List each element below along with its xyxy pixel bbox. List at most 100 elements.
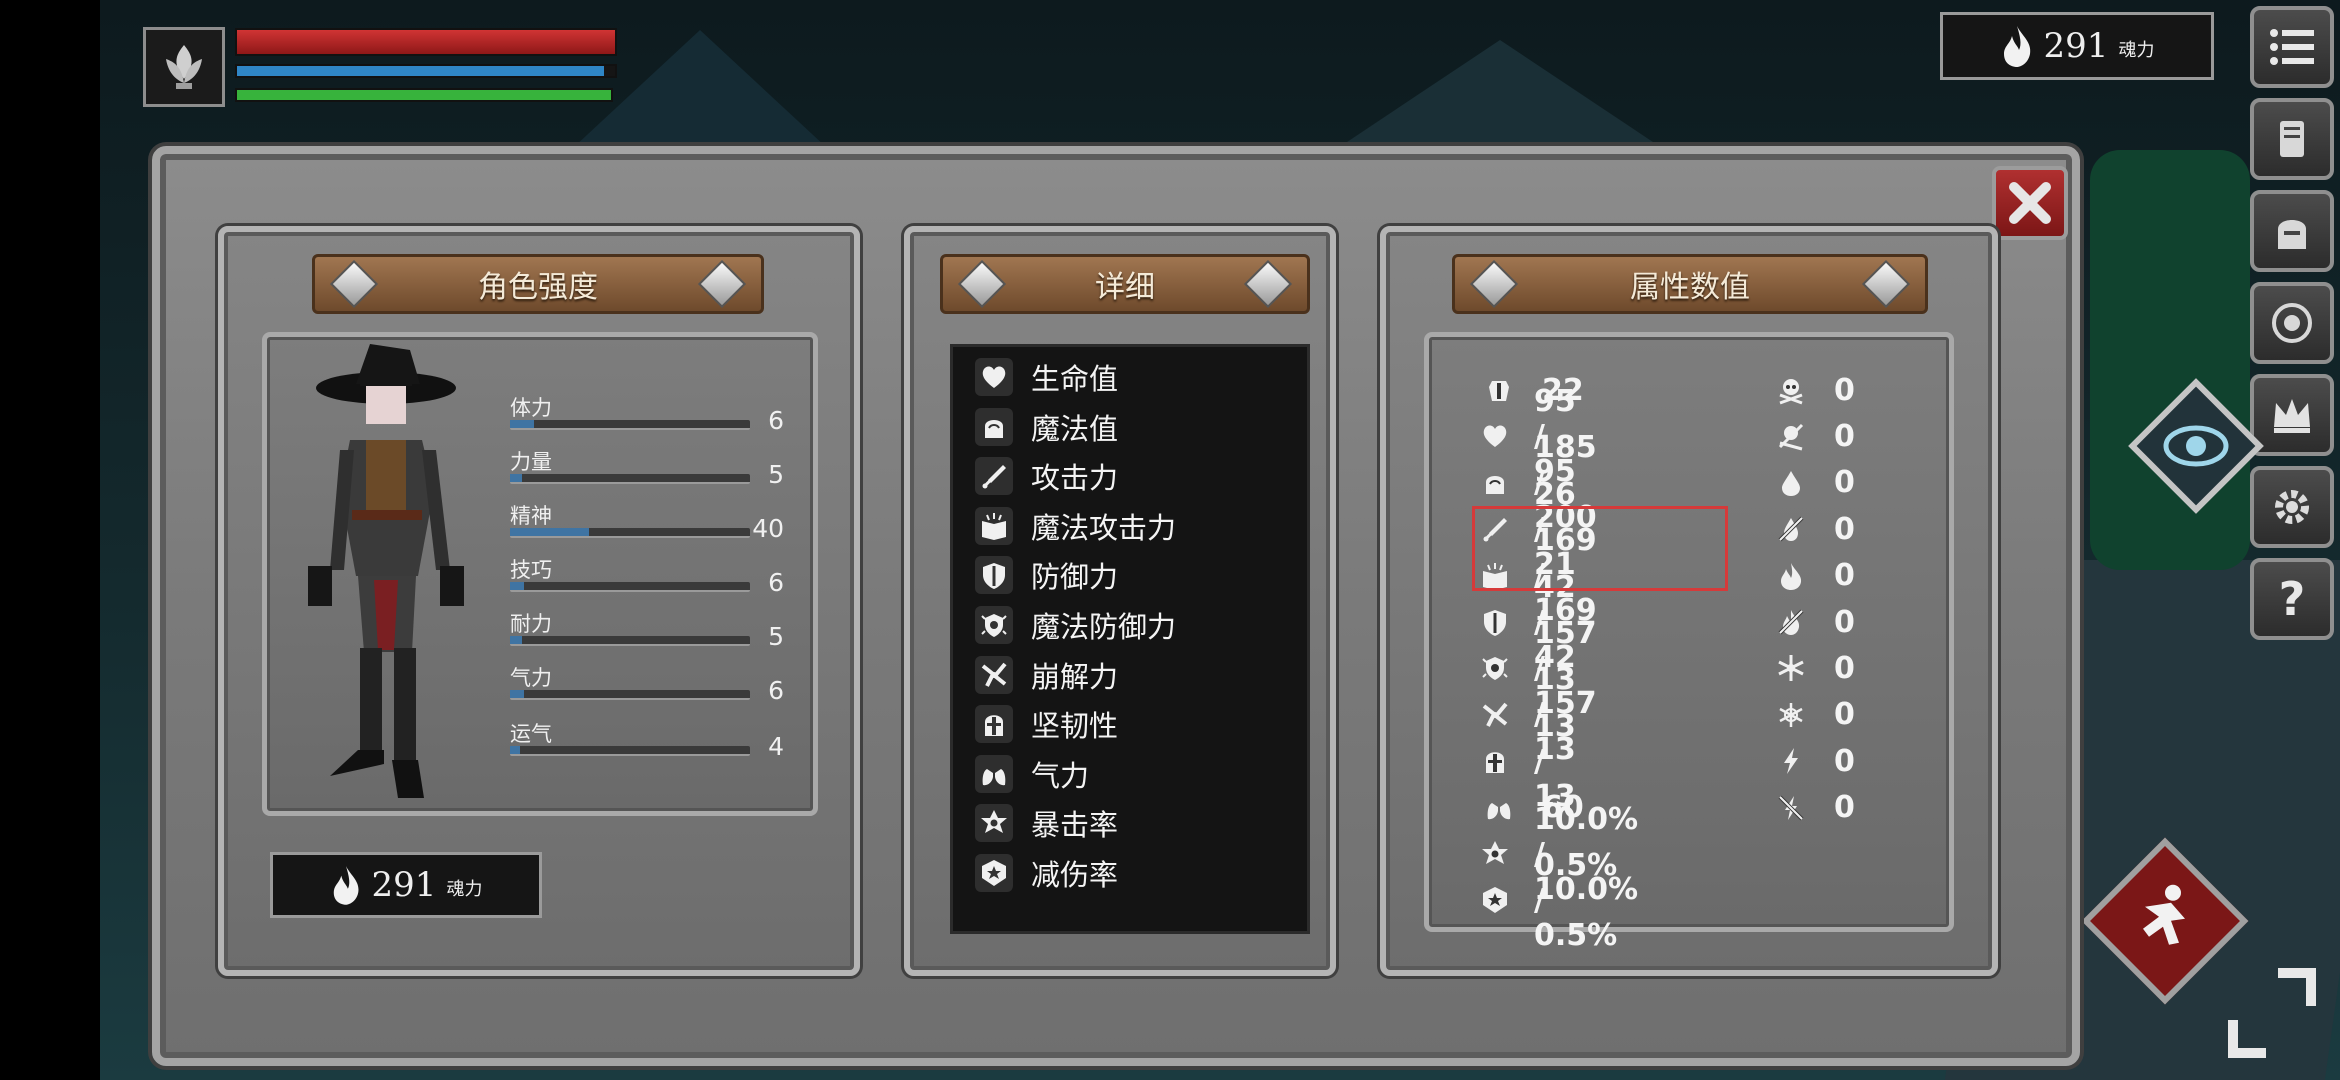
health-bar bbox=[235, 28, 617, 56]
detail-row[interactable]: 防御力 bbox=[975, 555, 1118, 595]
character-panel-title: 角色强度 bbox=[478, 270, 598, 305]
value-row: 13 / 13 bbox=[1480, 709, 1584, 814]
resist-value: 0 bbox=[1834, 790, 1855, 826]
value-icon-box bbox=[1772, 789, 1810, 827]
value-icon-box bbox=[1480, 789, 1518, 827]
stat-bar-spirit bbox=[510, 528, 750, 538]
corner-arrow-icon[interactable] bbox=[2228, 1020, 2266, 1058]
detail-icon-box bbox=[975, 556, 1013, 595]
detail-label: 魔法值 bbox=[1031, 411, 1119, 446]
resist-row: 0 bbox=[1772, 695, 1855, 735]
highlight-box bbox=[1472, 506, 1728, 591]
player-portrait[interactable] bbox=[143, 27, 225, 107]
detail-row[interactable]: 暴击率 bbox=[975, 803, 1118, 843]
detail-label: 崩解力 bbox=[1031, 659, 1119, 694]
detail-icon-box bbox=[975, 407, 1013, 446]
eye-icon bbox=[2163, 425, 2229, 467]
stat-bar-fill bbox=[510, 420, 534, 428]
rank-button[interactable] bbox=[2250, 374, 2334, 456]
star-burst-icon bbox=[981, 810, 1007, 834]
detail-row[interactable]: 减伤率 bbox=[975, 853, 1118, 893]
detail-row[interactable]: 攻击力 bbox=[975, 456, 1118, 496]
stat-bar-endurance bbox=[510, 636, 750, 646]
close-icon bbox=[2009, 182, 2051, 224]
detail-label: 攻击力 bbox=[1031, 461, 1119, 496]
detail-icon-box bbox=[975, 854, 1013, 892]
resist-value: 0 bbox=[1834, 511, 1855, 547]
detail-label: 生命值 bbox=[1031, 362, 1119, 396]
detail-row[interactable]: 魔法防御力 bbox=[975, 605, 1176, 645]
close-button[interactable] bbox=[1992, 166, 2068, 240]
help-button[interactable]: ? bbox=[2250, 558, 2334, 640]
resist-row: 0 bbox=[1772, 788, 1855, 828]
lotus-emblem-icon bbox=[166, 45, 202, 89]
star-burst-icon bbox=[1482, 841, 1508, 864]
detail-row[interactable]: 气力 bbox=[975, 754, 1089, 794]
value-icon-box bbox=[1480, 649, 1510, 687]
value-icon-box bbox=[1772, 603, 1810, 641]
values-panel-title: 属性数值 bbox=[1630, 270, 1750, 305]
stat-bar-strength bbox=[510, 474, 750, 484]
menu-list-button[interactable] bbox=[2250, 6, 2334, 88]
soul-unit: 魂力 bbox=[2118, 40, 2155, 61]
inventory-button[interactable] bbox=[2250, 98, 2334, 180]
stat-label-endurance: 耐力 bbox=[510, 612, 552, 636]
value-icon-box bbox=[1772, 464, 1810, 502]
detail-label: 魔法攻击力 bbox=[1031, 510, 1177, 545]
detail-label: 防御力 bbox=[1031, 560, 1119, 595]
detail-row[interactable]: 崩解力 bbox=[975, 655, 1118, 695]
skills-button[interactable] bbox=[2250, 282, 2334, 364]
grass-patch bbox=[2090, 150, 2250, 570]
soul-unit: 魂力 bbox=[446, 879, 483, 900]
fire-icon bbox=[1781, 562, 1802, 590]
badge-icon bbox=[982, 860, 1006, 886]
equipment-button[interactable] bbox=[2250, 190, 2334, 272]
stamina-bar-fill bbox=[237, 90, 611, 100]
resist-row: 0 bbox=[1772, 370, 1855, 410]
detail-icon-box bbox=[975, 457, 1013, 496]
stat-bar-luck bbox=[510, 746, 750, 756]
spellbook-icon bbox=[982, 512, 1006, 540]
value-icon-box bbox=[1772, 371, 1810, 409]
resist-value: 0 bbox=[1834, 604, 1855, 640]
skull-icon bbox=[1779, 379, 1803, 405]
detail-row[interactable]: 魔法攻击力 bbox=[975, 506, 1176, 546]
detail-icon-box bbox=[975, 358, 1013, 396]
detail-label: 暴击率 bbox=[1031, 808, 1119, 843]
detail-row[interactable]: 魔法值 bbox=[975, 407, 1118, 447]
detail-list: 生命值魔法值攻击力魔法攻击力防御力魔法防御力崩解力坚韧性气力暴击率减伤率 bbox=[950, 344, 1310, 934]
stat-value-luck: 4 bbox=[768, 732, 784, 761]
shield-icon bbox=[983, 563, 1005, 590]
gear-icon bbox=[2275, 490, 2309, 524]
stat-label-vitality: 体力 bbox=[510, 396, 552, 420]
stat-bar-fill bbox=[510, 474, 522, 482]
resist-value: 0 bbox=[1834, 558, 1855, 594]
gem-icon bbox=[1243, 259, 1293, 309]
detail-label: 魔法防御力 bbox=[1031, 610, 1177, 644]
badge-icon bbox=[1483, 887, 1507, 914]
detail-icon-box bbox=[975, 705, 1013, 744]
head-icon bbox=[985, 419, 1003, 438]
helm-icon bbox=[1486, 752, 1504, 774]
detail-label: 气力 bbox=[1031, 758, 1090, 793]
stat-value-skill: 6 bbox=[768, 568, 784, 597]
value-icon-box bbox=[1772, 510, 1810, 548]
settings-button[interactable] bbox=[2250, 466, 2334, 548]
resist-value: 0 bbox=[1834, 743, 1855, 779]
detail-row[interactable]: 生命值 bbox=[975, 357, 1118, 397]
mana-bar bbox=[235, 64, 617, 78]
detail-row[interactable]: 坚韧性 bbox=[975, 704, 1118, 744]
heart-icon bbox=[1483, 425, 1507, 448]
stat-value-stamina: 6 bbox=[768, 676, 784, 705]
stamina-bar bbox=[235, 88, 613, 102]
value-icon-box bbox=[1480, 417, 1510, 455]
resist-row: 0 bbox=[1772, 648, 1855, 688]
stat-bar-stamina bbox=[510, 690, 750, 700]
corner-arrow-icon[interactable] bbox=[2278, 968, 2316, 1006]
flame-icon bbox=[2003, 26, 2030, 67]
detail-icon-box bbox=[975, 804, 1013, 843]
value-icon-box bbox=[1480, 603, 1510, 641]
left-black-border bbox=[0, 0, 100, 1080]
detail-icon-box bbox=[975, 754, 1013, 793]
stat-value-strength: 5 bbox=[768, 460, 784, 489]
